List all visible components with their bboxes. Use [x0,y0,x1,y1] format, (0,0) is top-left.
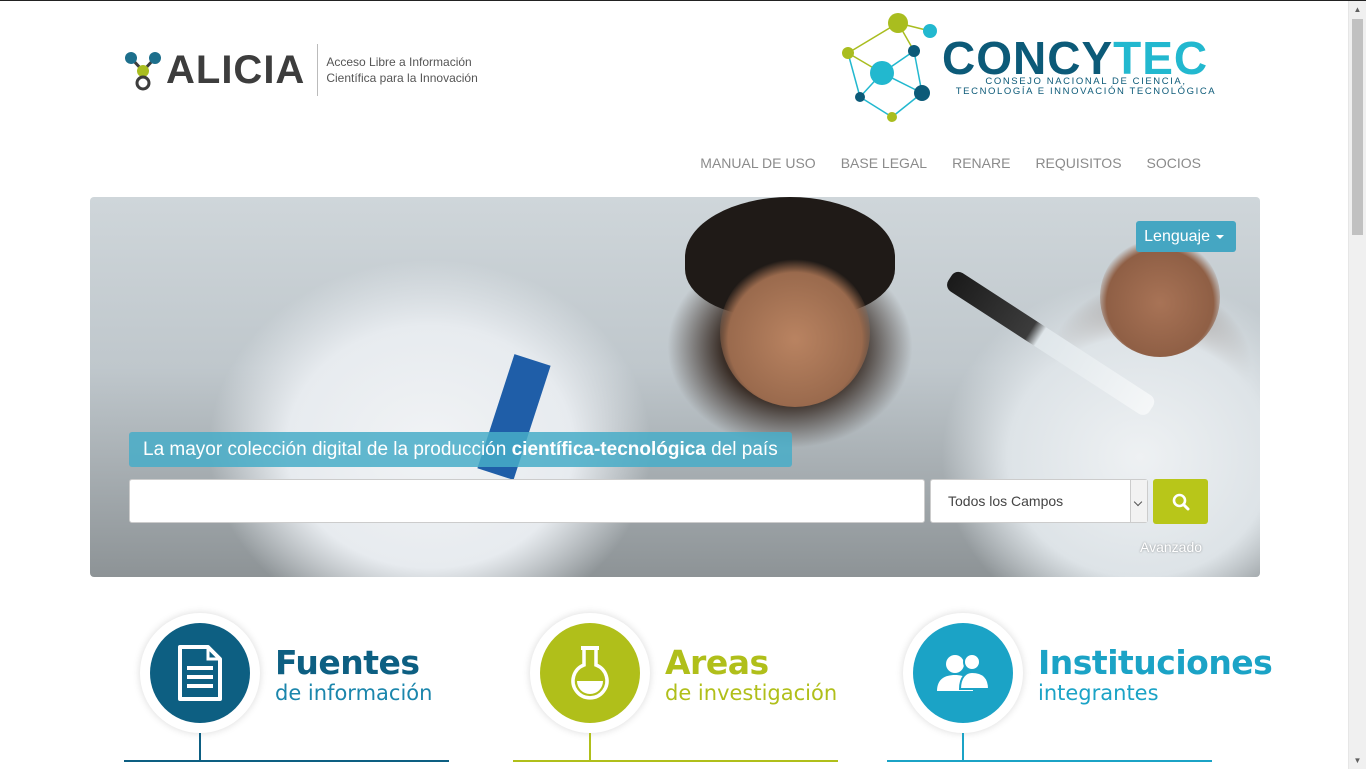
feature-fuentes[interactable]: Fuentes de información [124,613,460,769]
hero-photo-student [720,257,870,407]
feature-areas[interactable]: Areas de investigación [513,613,850,769]
alicia-tagline: Acceso Libre a Información Científica pa… [326,54,477,86]
scroll-thumb[interactable] [1352,19,1363,235]
nav-requisitos[interactable]: REQUISITOS [1035,155,1121,171]
feature-subtitle: de investigación [665,681,838,705]
concytec-subtitle: CONSEJO NACIONAL DE CIENCIA, TECNOLOGÍA … [955,76,1217,97]
alicia-logo[interactable]: ALICIA Acceso Libre a Información Cientí… [124,44,478,96]
feature-stem [199,733,201,761]
concytec-network-icon [842,13,937,122]
feature-subtitle: integrantes [1038,681,1159,705]
feature-circle-fill [913,623,1013,723]
alicia-wordmark: ALICIA [166,47,306,92]
caret-down-icon [1216,234,1224,239]
nav-base-legal[interactable]: BASE LEGAL [841,155,927,171]
feature-title: Fuentes [275,643,420,682]
hero-banner: Lenguaje La mayor colección digital de l… [90,197,1260,577]
alicia-tagline-line2: Científica para la Innovación [326,71,478,85]
scroll-down-arrow-icon[interactable]: ▼ [1349,752,1366,769]
feature-subtitle: de información [275,681,433,705]
hero-tagline: La mayor colección digital de la producc… [129,432,792,467]
concytec-logo[interactable]: CONCYTEC CONSEJO NACIONAL DE CIENCIA, TE… [838,11,1228,125]
logo-divider [317,44,319,96]
feature-instituciones[interactable]: Instituciones integrantes [887,613,1273,769]
feature-circle-fill [540,623,640,723]
advanced-search-link[interactable]: Avanzado [1140,539,1202,555]
alicia-molecule-icon [125,52,161,91]
users-icon [937,653,991,691]
feature-circle [530,613,650,733]
select-chevron-down-icon [1130,480,1147,522]
feature-circle-fill [150,623,250,723]
nav-manual-de-uso[interactable]: MANUAL DE USO [700,155,815,171]
alicia-tagline-line1: Acceso Libre a Información [326,55,472,69]
feature-underline [887,760,1212,762]
feature-stem [589,733,591,761]
flask-icon [571,646,609,700]
search-input[interactable] [129,479,925,523]
page-scrollbar[interactable]: ▲ ▼ [1348,1,1366,769]
feature-title: Areas [665,643,769,682]
language-label: Lenguaje [1144,227,1210,245]
search-field-select[interactable]: Todos los Campos [930,479,1148,523]
document-icon [178,645,222,701]
feature-underline [513,760,838,762]
feature-title: Instituciones [1038,643,1273,682]
feature-underline [124,760,449,762]
search-button[interactable] [1153,479,1208,524]
feature-circle [140,613,260,733]
nav-renare[interactable]: RENARE [952,155,1010,171]
language-dropdown-button[interactable]: Lenguaje [1136,221,1236,252]
search-icon [1172,493,1189,510]
hero-photo-student-2 [1100,237,1220,357]
top-nav: MANUAL DE USO BASE LEGAL RENARE REQUISIT… [700,155,1201,171]
search-field-selected: Todos los Campos [948,493,1064,509]
scroll-up-arrow-icon[interactable]: ▲ [1349,1,1366,18]
feature-stem [962,733,964,761]
nav-socios[interactable]: SOCIOS [1147,155,1201,171]
feature-circle [903,613,1023,733]
